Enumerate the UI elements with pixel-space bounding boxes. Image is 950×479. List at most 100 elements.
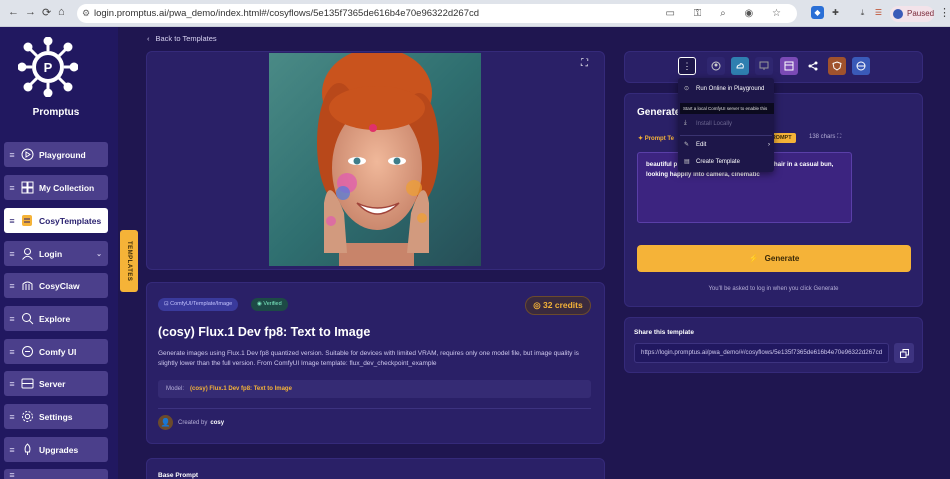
reload-icon[interactable]: ⟳ bbox=[42, 6, 51, 19]
menu-icon: ≡ bbox=[9, 378, 15, 389]
link-icon bbox=[20, 345, 34, 359]
sidebar-item-label: My Collection bbox=[39, 182, 95, 193]
monitor-icon[interactable] bbox=[755, 57, 773, 75]
creator-row: 👤 Created by cosy bbox=[158, 415, 224, 430]
home-icon[interactable]: ⌂ bbox=[58, 6, 65, 18]
sidebar-item-label: Server bbox=[39, 378, 66, 389]
extension-icon[interactable]: ◆ bbox=[811, 6, 824, 19]
back-arrow-icon[interactable]: ← bbox=[8, 6, 19, 18]
model-value[interactable]: (cosy) Flux.1 Dev fp8: Text to Image bbox=[190, 386, 292, 392]
more-options-button[interactable]: ⋮ bbox=[678, 57, 696, 75]
share-icon[interactable] bbox=[804, 57, 822, 75]
menu-icon: ≡ bbox=[9, 280, 15, 291]
account-icon[interactable] bbox=[707, 57, 725, 75]
credits-badge: ◎ 32 credits bbox=[525, 296, 591, 315]
download-icon[interactable]: ⤓ bbox=[856, 6, 869, 19]
create-template-label: Create Template bbox=[696, 158, 740, 165]
sidebar-item-settings[interactable]: ≡ Settings bbox=[4, 404, 108, 429]
prompt-label-text: Prompt Te bbox=[644, 136, 674, 142]
menu-icon: ≡ bbox=[9, 313, 15, 324]
sidebar-item-label: CosyTemplates bbox=[39, 215, 102, 226]
back-to-templates-link[interactable]: ‹ Back to Templates bbox=[147, 34, 217, 43]
model-row: Model: (cosy) Flux.1 Dev fp8: Text to Ima… bbox=[158, 380, 591, 398]
install-locally-menu-item[interactable]: ⤓ Install Locally bbox=[684, 120, 732, 127]
url-action-icons[interactable]: ▭ ⚿ ⌕ ◉ ☆ bbox=[666, 4, 789, 23]
back-label: Back to Templates bbox=[155, 34, 217, 43]
copy-icon bbox=[899, 348, 909, 358]
create-template-menu-item[interactable]: ▤ Create Template bbox=[684, 158, 740, 166]
share-url-field[interactable]: https://login.promptus.ai/pwa_demo/#/cos… bbox=[634, 343, 889, 363]
url-bar[interactable]: ⚙ login.promptus.ai/pwa_demo/index.html#… bbox=[77, 4, 797, 23]
forward-arrow-icon[interactable]: → bbox=[25, 6, 36, 18]
promptus-logo-icon: P bbox=[18, 37, 78, 97]
expand-icon[interactable]: ⛶ bbox=[837, 134, 841, 140]
install-locally-label: Install Locally bbox=[696, 120, 733, 127]
prompt-label: ✦ Prompt Te bbox=[638, 135, 674, 142]
template-icon: ▤ bbox=[684, 159, 690, 165]
copy-button[interactable] bbox=[894, 343, 914, 363]
site-info-icon[interactable]: ⚙ bbox=[82, 4, 90, 23]
action-toolbar bbox=[624, 51, 923, 83]
more-menu-icon[interactable]: ⋮ bbox=[939, 6, 950, 19]
run-online-menu-item[interactable]: ⊙ Run Online in Playground bbox=[684, 85, 765, 93]
generate-button[interactable]: ⚡ Generate bbox=[637, 245, 911, 272]
sidebar-item-more[interactable]: ≡ bbox=[4, 469, 108, 479]
sidebar-item-label: CosyClaw bbox=[39, 280, 80, 291]
sidebar-item-label: Playground bbox=[39, 149, 86, 160]
sidebar-item-upgrades[interactable]: ≡ Upgrades bbox=[4, 437, 108, 462]
claw-icon bbox=[20, 279, 34, 293]
sidebar-item-server[interactable]: ≡ Server bbox=[4, 371, 108, 396]
sidebar-item-comfy-ui[interactable]: ≡ Comfy UI bbox=[4, 339, 108, 364]
globe-icon[interactable] bbox=[852, 57, 870, 75]
chevron-down-icon[interactable]: ⌄ bbox=[96, 250, 102, 258]
play-circle-icon: ⊙ bbox=[684, 86, 690, 92]
menu-icon: ≡ bbox=[9, 248, 15, 259]
char-count-label: 138 chars bbox=[809, 134, 836, 140]
share-title: Share this template bbox=[634, 329, 694, 336]
chevron-right-icon: › bbox=[768, 141, 770, 148]
play-circle-icon bbox=[20, 148, 34, 162]
verified-badge: ◉ Verified bbox=[251, 298, 288, 311]
menu-icon: ≡ bbox=[9, 411, 15, 422]
server-icon bbox=[20, 377, 34, 391]
sidebar-item-explore[interactable]: ≡ Explore bbox=[4, 306, 108, 331]
download-icon: ⤓ bbox=[684, 120, 687, 126]
sparkle-icon: ✦ bbox=[638, 136, 645, 142]
run-online-label: Run Online in Playground bbox=[696, 85, 765, 92]
edit-label: Edit bbox=[696, 141, 707, 148]
sidebar-item-playground[interactable]: ≡ Playground bbox=[4, 142, 108, 167]
generate-title: Generate bbox=[637, 107, 681, 118]
tooltip: Start a local ComfyUI server to enable t… bbox=[680, 103, 774, 114]
sidebar-item-cosyclaw[interactable]: ≡ CosyClaw bbox=[4, 273, 108, 298]
sidebar-item-cosytemplates[interactable]: ≡ CosyTemplates bbox=[4, 208, 108, 233]
generate-button-label: Generate bbox=[764, 254, 800, 263]
tab-search-icon[interactable]: ☰ bbox=[872, 6, 885, 19]
category-tag-label: ComfyUI/Template/Image bbox=[170, 301, 233, 307]
creator-name[interactable]: cosy bbox=[210, 420, 224, 426]
template-title: (cosy) Flux.1 Dev fp8: Text to Image bbox=[158, 325, 371, 339]
sidebar-item-label: Explore bbox=[39, 313, 71, 324]
profile-button[interactable]: Paused bbox=[890, 6, 934, 22]
browser-chrome: ← → ⟳ ⌂ ⚙ login.promptus.ai/pwa_demo/ind… bbox=[0, 0, 950, 27]
sidebar-item-login[interactable]: ≡ Login ⌄ bbox=[4, 241, 108, 266]
cloud-icon[interactable] bbox=[731, 57, 749, 75]
puzzle-icon[interactable]: ✚ bbox=[829, 6, 842, 19]
url-text: login.promptus.ai/pwa_demo/index.html#/c… bbox=[94, 8, 480, 19]
edit-menu-item[interactable]: ✎ Edit › bbox=[684, 141, 770, 149]
base-prompt-title: Base Prompt bbox=[158, 472, 199, 479]
creator-avatar-icon[interactable]: 👤 bbox=[158, 415, 173, 430]
rocket-icon bbox=[20, 443, 34, 457]
templates-tab[interactable]: TEMPLATES bbox=[120, 230, 138, 292]
category-tag[interactable]: ⊡ ComfyUI/Template/Image bbox=[158, 298, 239, 311]
sidebar-item-my-collection[interactable]: ≡ My Collection bbox=[4, 175, 108, 200]
avatar bbox=[893, 9, 903, 19]
shield-icon[interactable] bbox=[828, 57, 846, 75]
menu-icon: ≡ bbox=[9, 346, 15, 357]
template-preview-image[interactable] bbox=[269, 53, 481, 266]
gear-icon bbox=[20, 410, 34, 424]
sidebar-item-label: Comfy UI bbox=[39, 346, 77, 357]
chevron-left-icon: ‹ bbox=[147, 34, 150, 43]
credits-label: 32 credits bbox=[543, 300, 583, 310]
expand-icon[interactable]: ⛶ bbox=[581, 58, 588, 69]
layout-icon[interactable] bbox=[780, 57, 798, 75]
